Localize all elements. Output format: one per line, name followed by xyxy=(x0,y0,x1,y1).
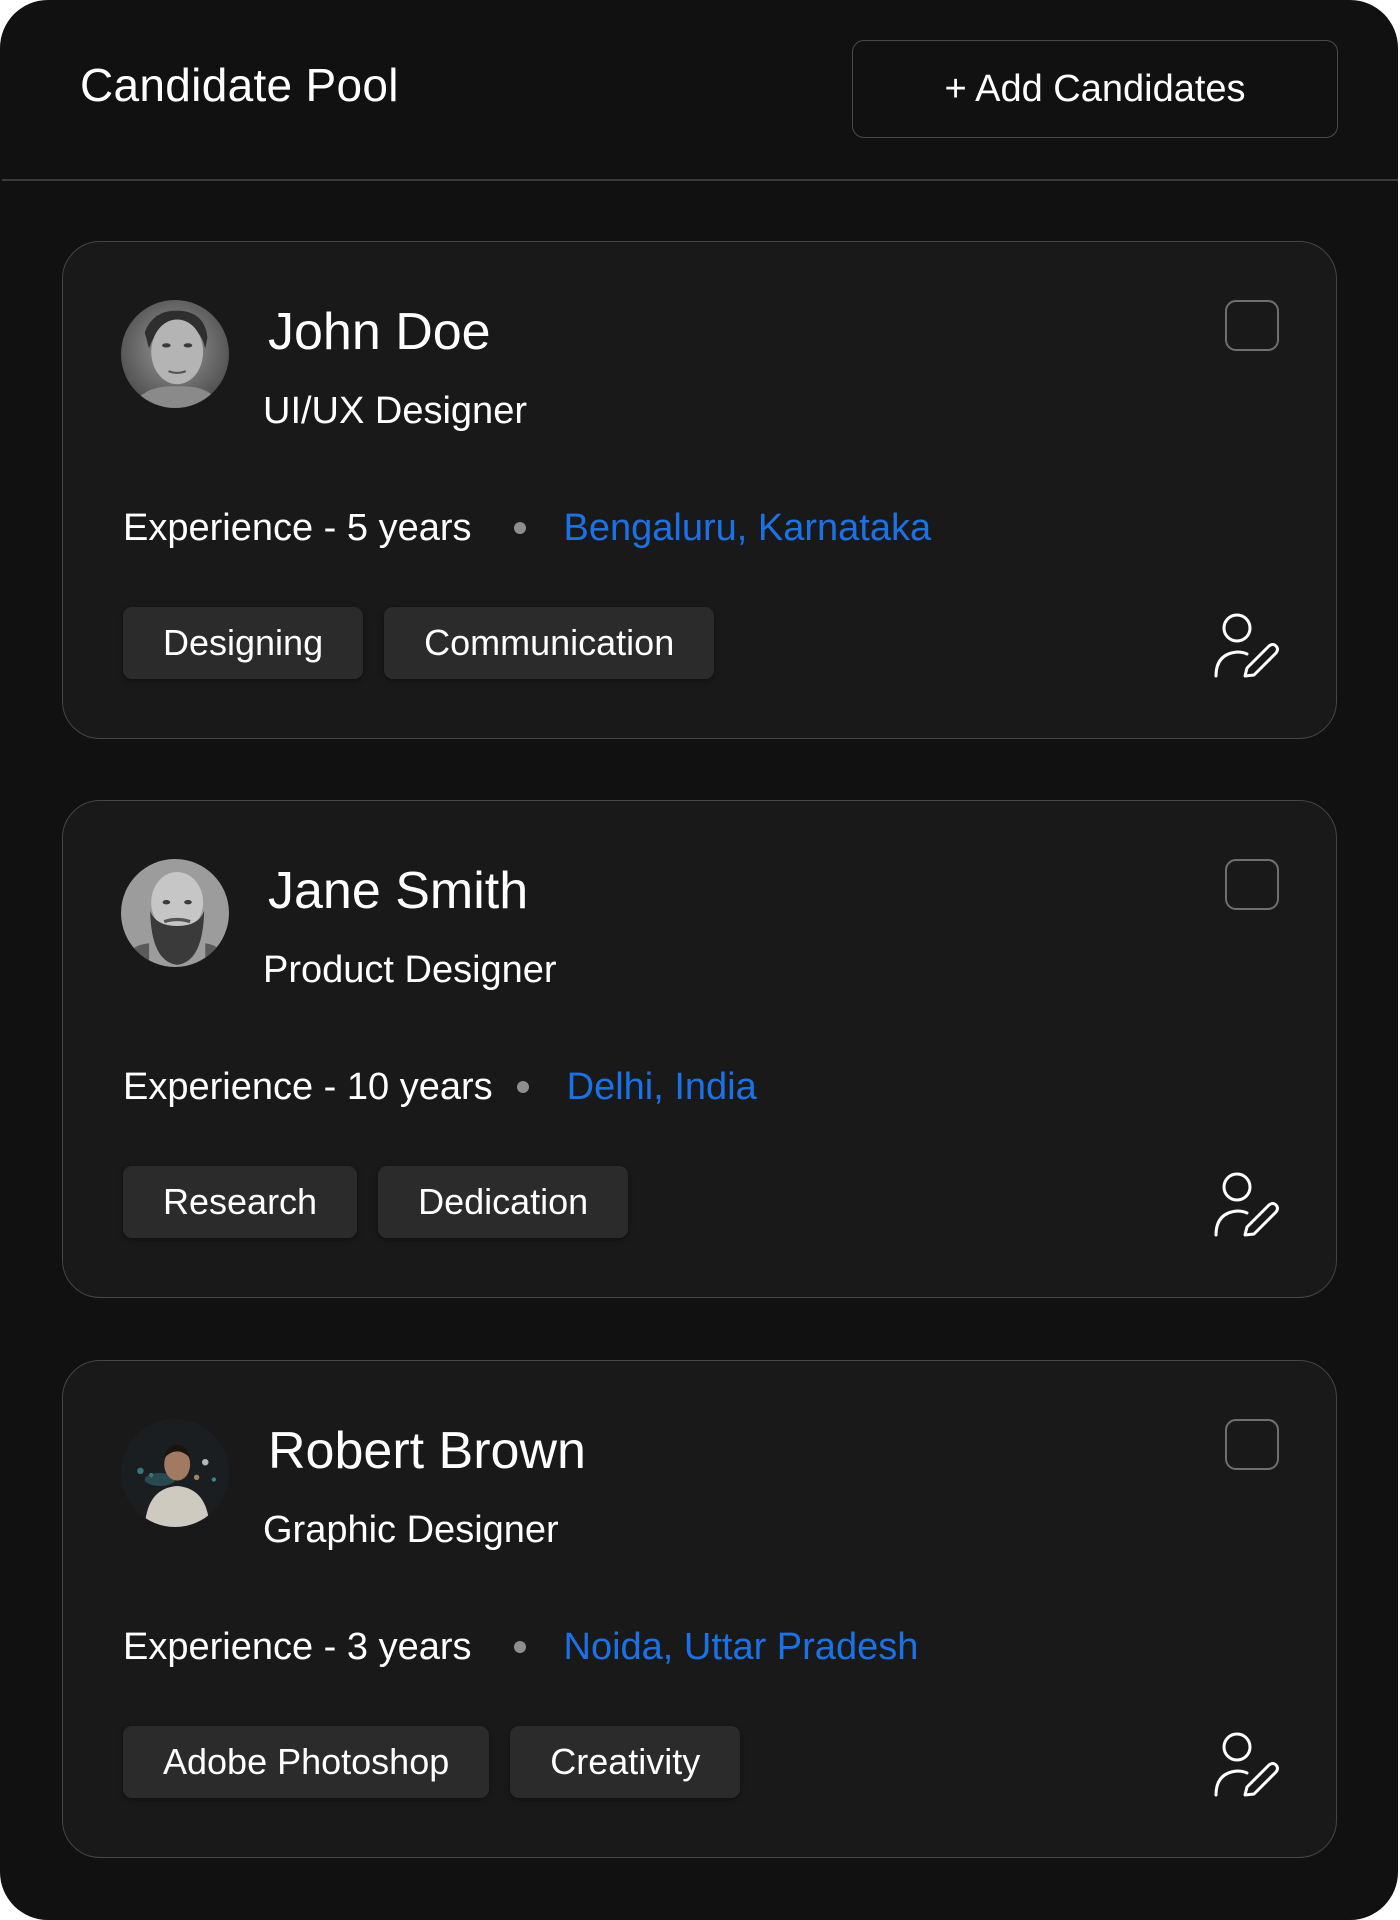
page-title: Candidate Pool xyxy=(80,59,399,111)
skill-tags: Research Dedication xyxy=(123,1166,629,1238)
avatar xyxy=(121,300,229,408)
skill-tag: Designing xyxy=(123,607,364,679)
candidate-meta: Experience - 10 years Delhi, India xyxy=(123,1063,757,1111)
select-candidate-checkbox[interactable] xyxy=(1225,1419,1279,1470)
location-link[interactable]: Delhi, India xyxy=(567,1066,757,1109)
candidate-meta: Experience - 3 years Noida, Uttar Prades… xyxy=(123,1623,918,1671)
candidate-name: Robert Brown xyxy=(268,1422,586,1480)
avatar xyxy=(121,1419,229,1527)
panel-header: Candidate Pool + Add Candidates xyxy=(0,0,1398,180)
user-edit-icon[interactable] xyxy=(1213,1171,1279,1237)
candidate-card: Robert Brown Graphic Designer Experience… xyxy=(62,1360,1337,1858)
location-link[interactable]: Noida, Uttar Pradesh xyxy=(564,1626,919,1669)
skill-tag: Communication xyxy=(384,607,715,679)
candidate-meta: Experience - 5 years Bengaluru, Karnatak… xyxy=(123,504,931,552)
separator-dot xyxy=(513,1641,526,1653)
separator-dot xyxy=(516,1081,529,1093)
experience-text: Experience - 5 years xyxy=(123,506,472,549)
avatar-jane-smith xyxy=(121,859,229,967)
candidate-role: Graphic Designer xyxy=(263,1509,559,1551)
skill-tags: Adobe Photoshop Creativity xyxy=(123,1726,741,1798)
candidate-card: Jane Smith Product Designer Experience -… xyxy=(62,800,1337,1298)
skill-tag: Adobe Photoshop xyxy=(123,1726,490,1798)
candidate-role: Product Designer xyxy=(263,949,557,991)
candidate-pool-panel: Candidate Pool + Add Candidates John Doe… xyxy=(0,0,1398,1920)
avatar-john-doe xyxy=(121,300,229,408)
candidate-name: John Doe xyxy=(268,303,491,361)
header-divider xyxy=(2,179,1398,181)
skill-tag: Research xyxy=(123,1166,358,1238)
select-candidate-checkbox[interactable] xyxy=(1225,300,1279,351)
avatar-robert-brown xyxy=(121,1419,229,1527)
candidate-name: Jane Smith xyxy=(268,862,529,920)
experience-text: Experience - 10 years xyxy=(123,1065,493,1108)
skill-tags: Designing Communication xyxy=(123,607,715,679)
add-candidates-button[interactable]: + Add Candidates xyxy=(852,40,1338,138)
location-link[interactable]: Bengaluru, Karnataka xyxy=(564,507,932,550)
avatar xyxy=(121,859,229,967)
select-candidate-checkbox[interactable] xyxy=(1225,859,1279,910)
skill-tag: Creativity xyxy=(510,1726,741,1798)
skill-tag: Dedication xyxy=(378,1166,629,1238)
separator-dot xyxy=(513,522,526,534)
experience-text: Experience - 3 years xyxy=(123,1625,472,1668)
user-edit-icon[interactable] xyxy=(1213,1731,1279,1797)
candidate-role: UI/UX Designer xyxy=(263,390,527,432)
user-edit-icon[interactable] xyxy=(1213,612,1279,678)
candidate-card: John Doe UI/UX Designer Experience - 5 y… xyxy=(62,241,1337,739)
